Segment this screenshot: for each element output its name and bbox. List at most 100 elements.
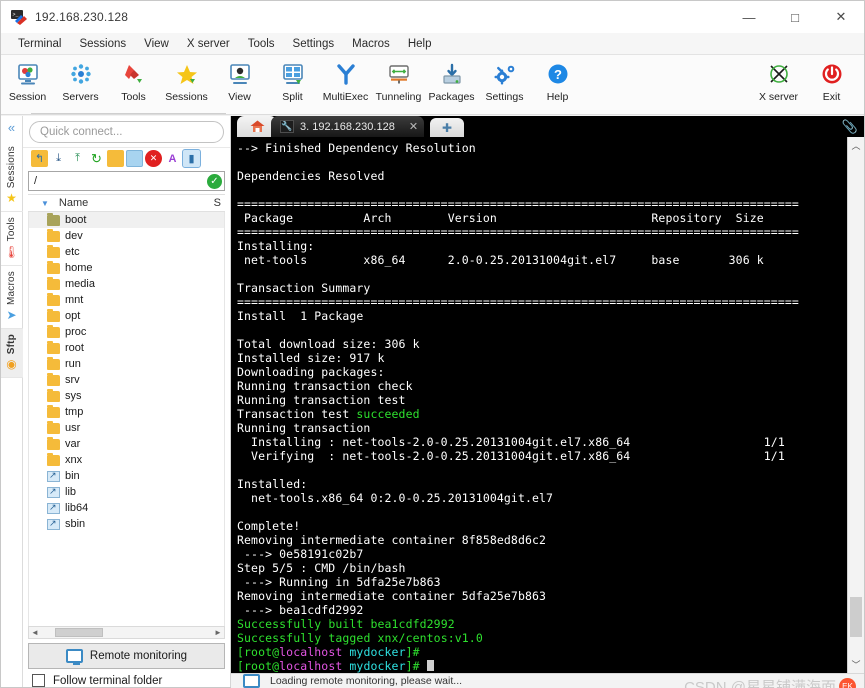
list-item[interactable]: root	[29, 340, 224, 356]
terminal-line: Dependencies Resolved	[237, 169, 385, 183]
ribbon-exit[interactable]: Exit	[805, 58, 858, 103]
terminal-output[interactable]: --> Finished Dependency Resolution Depen…	[231, 137, 847, 673]
list-item[interactable]: run	[29, 356, 224, 372]
list-item[interactable]: home	[29, 260, 224, 276]
column-size-label[interactable]: S	[214, 197, 221, 209]
ribbon-settings[interactable]: Settings	[478, 58, 531, 103]
ribbon-group-divider	[31, 113, 226, 114]
list-item[interactable]: dev	[29, 228, 224, 244]
ribbon-sessions[interactable]: Sessions	[160, 58, 213, 103]
maximize-button[interactable]: □	[772, 1, 818, 33]
terminal-line: Verifying : net-tools-2.0-0.25.20131004g…	[237, 449, 785, 463]
file-name: xnx	[65, 454, 83, 466]
scroll-right-icon[interactable]: ►	[212, 628, 224, 637]
vertical-scroll-thumb[interactable]	[850, 597, 862, 637]
menu-xserver[interactable]: X server	[178, 36, 239, 52]
terminal-line: Running transaction test	[237, 393, 406, 407]
ribbon-help[interactable]: ? Help	[531, 58, 584, 103]
menu-settings[interactable]: Settings	[284, 36, 344, 52]
refresh-icon[interactable]: ↻	[88, 150, 105, 167]
list-item[interactable]: proc	[29, 324, 224, 340]
sftp-file-tree[interactable]: boot dev etc home media mnt opt proc roo…	[28, 212, 225, 626]
new-file-icon[interactable]	[126, 150, 143, 167]
list-item[interactable]: media	[29, 276, 224, 292]
ribbon-session[interactable]: Session	[1, 58, 54, 103]
file-name: sbin	[65, 518, 86, 530]
minimize-button[interactable]: —	[726, 1, 772, 33]
list-item[interactable]: sbin	[29, 516, 224, 532]
ribbon-split[interactable]: Split	[266, 58, 319, 103]
column-name-label[interactable]: Name	[59, 197, 88, 209]
download-icon[interactable]: ⤓	[50, 150, 67, 167]
list-item[interactable]: sys	[29, 388, 224, 404]
parent-folder-icon[interactable]: ↰	[31, 150, 48, 167]
ribbon-servers[interactable]: Servers	[54, 58, 107, 103]
quick-connect-input[interactable]: Quick connect...	[29, 121, 224, 143]
rail-tab-macros[interactable]: ➤ Macros	[0, 266, 23, 329]
scroll-down-icon[interactable]: ﹀	[851, 658, 860, 671]
title-bar: >_ 192.168.230.128 — □ ✕	[1, 1, 864, 33]
sftp-path-input[interactable]: / ✓	[28, 171, 225, 191]
rail-tab-tools[interactable]: 🌡 Tools	[0, 212, 23, 266]
ribbon-sessions-label: Sessions	[165, 91, 208, 103]
menu-sessions[interactable]: Sessions	[70, 36, 135, 52]
list-item[interactable]: boot	[29, 212, 224, 228]
list-item[interactable]: xnx	[29, 452, 224, 468]
remote-monitoring-button[interactable]: Remote monitoring	[28, 643, 225, 669]
binary-mode-icon[interactable]: ▮	[182, 149, 201, 168]
list-item[interactable]: lib64	[29, 500, 224, 516]
ribbon-multiexec[interactable]: MultiExec	[319, 58, 372, 103]
file-name: mnt	[65, 294, 84, 306]
new-folder-icon[interactable]	[107, 150, 124, 167]
scroll-thumb[interactable]	[55, 628, 103, 637]
delete-icon[interactable]: ✕	[145, 150, 162, 167]
menu-view[interactable]: View	[135, 36, 178, 52]
terminal-line: ========================================…	[237, 197, 799, 211]
terminal-line: net-tools x86_64 2.0-0.25.20131004git.el…	[237, 253, 764, 267]
list-item[interactable]: etc	[29, 244, 224, 260]
svg-text:>_: >_	[13, 12, 20, 18]
sort-desc-icon[interactable]: ▼	[41, 199, 49, 208]
rail-tab-sftp[interactable]: ◉ Sftp	[0, 328, 23, 378]
ribbon-xserver[interactable]: X server	[752, 58, 805, 103]
menu-macros[interactable]: Macros	[343, 36, 399, 52]
follow-terminal-folder-row[interactable]: Follow terminal folder	[32, 674, 225, 687]
new-tab-button[interactable]: ✚	[430, 118, 465, 137]
ribbon-tools[interactable]: Tools	[107, 58, 160, 103]
window-title: 192.168.230.128	[35, 10, 129, 24]
follow-terminal-checkbox[interactable]	[32, 674, 45, 687]
folder-icon	[47, 356, 60, 370]
list-item[interactable]: mnt	[29, 292, 224, 308]
session-tab[interactable]: 🔧 3. 192.168.230.128 ✕	[271, 116, 425, 137]
menu-help[interactable]: Help	[399, 36, 441, 52]
menu-tools[interactable]: Tools	[239, 36, 284, 52]
rail-tab-sessions[interactable]: ★ Sessions	[0, 141, 23, 213]
list-item[interactable]: usr	[29, 420, 224, 436]
paperclip-icon[interactable]: 📎	[842, 119, 858, 135]
text-mode-icon[interactable]: A	[164, 150, 181, 167]
menu-terminal[interactable]: Terminal	[9, 36, 70, 52]
sftp-horizontal-scrollbar[interactable]: ◄ ►	[28, 626, 225, 639]
folder-icon	[47, 372, 60, 386]
scroll-up-icon[interactable]: ︿	[851, 139, 860, 152]
list-item[interactable]: var	[29, 436, 224, 452]
scroll-left-icon[interactable]: ◄	[29, 628, 41, 637]
ribbon-packages[interactable]: Packages	[425, 58, 478, 103]
session-tab-close-icon[interactable]: ✕	[409, 120, 418, 133]
list-item[interactable]: lib	[29, 484, 224, 500]
terminal-line: Step 5/5 : CMD /bin/bash	[237, 561, 406, 575]
terminal-vertical-scrollbar[interactable]: ︿ ﹀	[847, 137, 864, 673]
prompt-path: mydocker	[342, 645, 406, 659]
terminal-line: Install 1 Package	[237, 309, 364, 323]
path-valid-icon: ✓	[207, 174, 222, 189]
list-item[interactable]: bin	[29, 468, 224, 484]
list-item[interactable]: opt	[29, 308, 224, 324]
close-button[interactable]: ✕	[818, 1, 864, 33]
ribbon-tunneling[interactable]: Tunneling	[372, 58, 425, 103]
folder-icon	[47, 260, 60, 274]
collapse-sidebar-button[interactable]: «	[8, 120, 15, 135]
ribbon-view[interactable]: View	[213, 58, 266, 103]
list-item[interactable]: srv	[29, 372, 224, 388]
list-item[interactable]: tmp	[29, 404, 224, 420]
upload-icon[interactable]: ⤒	[69, 150, 86, 167]
